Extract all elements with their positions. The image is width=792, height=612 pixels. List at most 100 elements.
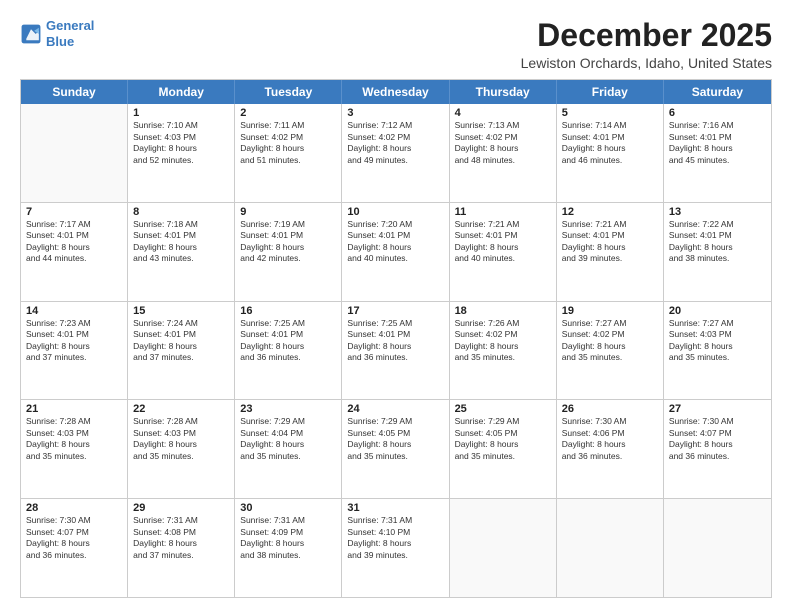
cell-info-line: Sunset: 4:01 PM (562, 230, 658, 241)
calendar-day-3: 3Sunrise: 7:12 AMSunset: 4:02 PMDaylight… (342, 104, 449, 202)
title-block: December 2025 Lewiston Orchards, Idaho, … (521, 18, 772, 71)
cell-info-line: Sunrise: 7:29 AM (240, 416, 336, 427)
cell-info-line: and 35 minutes. (133, 451, 229, 462)
day-number: 9 (240, 206, 336, 218)
cell-info-line: Sunrise: 7:25 AM (347, 318, 443, 329)
day-number: 30 (240, 502, 336, 514)
cell-info-line: Sunrise: 7:31 AM (347, 515, 443, 526)
cell-info-line: and 38 minutes. (669, 253, 766, 264)
cell-info-line: Daylight: 8 hours (455, 143, 551, 154)
cell-info-line: Sunset: 4:03 PM (133, 428, 229, 439)
cell-info-line: Daylight: 8 hours (133, 341, 229, 352)
cell-info-line: Sunset: 4:04 PM (240, 428, 336, 439)
cell-info-line: Sunset: 4:01 PM (26, 230, 122, 241)
calendar-day-28: 28Sunrise: 7:30 AMSunset: 4:07 PMDayligh… (21, 499, 128, 597)
day-number: 2 (240, 107, 336, 119)
day-number: 20 (669, 305, 766, 317)
calendar-day-9: 9Sunrise: 7:19 AMSunset: 4:01 PMDaylight… (235, 203, 342, 301)
cell-info-line: and 52 minutes. (133, 155, 229, 166)
cell-info-line: and 37 minutes. (133, 550, 229, 561)
cell-info-line: Sunset: 4:02 PM (347, 132, 443, 143)
day-number: 7 (26, 206, 122, 218)
day-number: 26 (562, 403, 658, 415)
cell-info-line: Daylight: 8 hours (347, 143, 443, 154)
cell-info-line: Sunset: 4:01 PM (347, 230, 443, 241)
cell-info-line: Daylight: 8 hours (562, 242, 658, 253)
cell-info-line: Sunset: 4:01 PM (240, 230, 336, 241)
cell-info-line: Sunset: 4:01 PM (240, 329, 336, 340)
cell-info-line: Daylight: 8 hours (240, 341, 336, 352)
cell-info-line: Sunrise: 7:12 AM (347, 120, 443, 131)
cell-info-line: Daylight: 8 hours (133, 242, 229, 253)
cell-info-line: and 36 minutes. (669, 451, 766, 462)
calendar-day-19: 19Sunrise: 7:27 AMSunset: 4:02 PMDayligh… (557, 302, 664, 400)
cell-info-line: Sunset: 4:08 PM (133, 527, 229, 538)
cell-info-line: Daylight: 8 hours (347, 242, 443, 253)
header-day-tuesday: Tuesday (235, 80, 342, 104)
cell-info-line: and 51 minutes. (240, 155, 336, 166)
logo: General Blue (20, 18, 94, 49)
day-number: 10 (347, 206, 443, 218)
cell-info-line: and 36 minutes. (26, 550, 122, 561)
cell-info-line: Sunrise: 7:17 AM (26, 219, 122, 230)
header-day-wednesday: Wednesday (342, 80, 449, 104)
calendar-day-23: 23Sunrise: 7:29 AMSunset: 4:04 PMDayligh… (235, 400, 342, 498)
cell-info-line: Daylight: 8 hours (240, 143, 336, 154)
day-number: 31 (347, 502, 443, 514)
cell-info-line: Sunset: 4:03 PM (133, 132, 229, 143)
cell-info-line: and 45 minutes. (669, 155, 766, 166)
day-number: 16 (240, 305, 336, 317)
cell-info-line: Sunset: 4:02 PM (455, 329, 551, 340)
cell-info-line: Sunset: 4:10 PM (347, 527, 443, 538)
cell-info-line: Daylight: 8 hours (26, 439, 122, 450)
calendar-day-21: 21Sunrise: 7:28 AMSunset: 4:03 PMDayligh… (21, 400, 128, 498)
cell-info-line: Sunset: 4:02 PM (562, 329, 658, 340)
day-number: 5 (562, 107, 658, 119)
calendar-body: 1Sunrise: 7:10 AMSunset: 4:03 PMDaylight… (21, 104, 771, 597)
cell-info-line: Sunset: 4:01 PM (669, 230, 766, 241)
header-day-saturday: Saturday (664, 80, 771, 104)
cell-info-line: and 35 minutes. (669, 352, 766, 363)
cell-info-line: Daylight: 8 hours (240, 439, 336, 450)
cell-info-line: and 37 minutes. (133, 352, 229, 363)
cell-info-line: Sunset: 4:06 PM (562, 428, 658, 439)
cell-info-line: Daylight: 8 hours (455, 439, 551, 450)
calendar-empty-cell (557, 499, 664, 597)
cell-info-line: Sunset: 4:01 PM (562, 132, 658, 143)
calendar-empty-cell (21, 104, 128, 202)
calendar-day-2: 2Sunrise: 7:11 AMSunset: 4:02 PMDaylight… (235, 104, 342, 202)
cell-info-line: Sunrise: 7:28 AM (133, 416, 229, 427)
cell-info-line: Sunset: 4:03 PM (26, 428, 122, 439)
day-number: 4 (455, 107, 551, 119)
cell-info-line: Sunrise: 7:21 AM (562, 219, 658, 230)
day-number: 6 (669, 107, 766, 119)
cell-info-line: Sunrise: 7:22 AM (669, 219, 766, 230)
calendar-day-27: 27Sunrise: 7:30 AMSunset: 4:07 PMDayligh… (664, 400, 771, 498)
cell-info-line: Sunset: 4:05 PM (455, 428, 551, 439)
cell-info-line: and 36 minutes. (240, 352, 336, 363)
cell-info-line: Sunset: 4:01 PM (26, 329, 122, 340)
calendar-day-5: 5Sunrise: 7:14 AMSunset: 4:01 PMDaylight… (557, 104, 664, 202)
cell-info-line: and 35 minutes. (455, 352, 551, 363)
cell-info-line: Daylight: 8 hours (347, 439, 443, 450)
cell-info-line: Sunrise: 7:30 AM (26, 515, 122, 526)
day-number: 12 (562, 206, 658, 218)
cell-info-line: Daylight: 8 hours (26, 242, 122, 253)
header-day-friday: Friday (557, 80, 664, 104)
calendar-day-14: 14Sunrise: 7:23 AMSunset: 4:01 PMDayligh… (21, 302, 128, 400)
cell-info-line: Sunrise: 7:30 AM (562, 416, 658, 427)
day-number: 13 (669, 206, 766, 218)
cell-info-line: Daylight: 8 hours (562, 143, 658, 154)
cell-info-line: and 36 minutes. (347, 352, 443, 363)
calendar-day-15: 15Sunrise: 7:24 AMSunset: 4:01 PMDayligh… (128, 302, 235, 400)
calendar-day-11: 11Sunrise: 7:21 AMSunset: 4:01 PMDayligh… (450, 203, 557, 301)
cell-info-line: Daylight: 8 hours (347, 538, 443, 549)
calendar-day-18: 18Sunrise: 7:26 AMSunset: 4:02 PMDayligh… (450, 302, 557, 400)
header-day-monday: Monday (128, 80, 235, 104)
calendar-day-20: 20Sunrise: 7:27 AMSunset: 4:03 PMDayligh… (664, 302, 771, 400)
calendar-day-4: 4Sunrise: 7:13 AMSunset: 4:02 PMDaylight… (450, 104, 557, 202)
day-number: 14 (26, 305, 122, 317)
calendar-week-0: 1Sunrise: 7:10 AMSunset: 4:03 PMDaylight… (21, 104, 771, 203)
calendar-week-4: 28Sunrise: 7:30 AMSunset: 4:07 PMDayligh… (21, 499, 771, 597)
cell-info-line: and 42 minutes. (240, 253, 336, 264)
